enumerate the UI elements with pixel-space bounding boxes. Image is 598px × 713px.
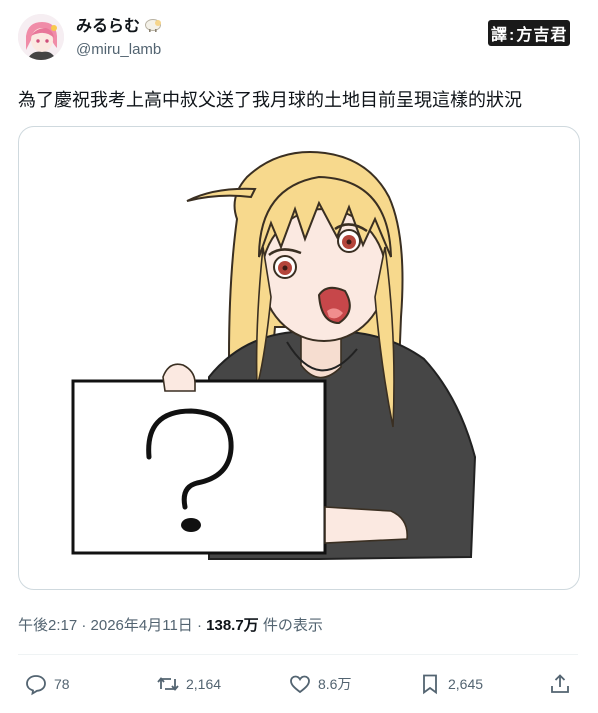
sheep-emoji-icon (143, 16, 163, 37)
like-icon (290, 675, 310, 694)
tweet-text: 為了慶祝我考上高中叔父送了我月球的土地目前呈現這樣的狀況 (18, 90, 522, 110)
illustration (71, 151, 477, 560)
watermark-right: 方吉君 (516, 27, 568, 44)
repost-icon (157, 677, 179, 691)
watermark-left: 譯 (491, 27, 509, 44)
share-button[interactable] (548, 672, 572, 696)
avatar[interactable] (18, 14, 64, 60)
share-icon (551, 674, 569, 693)
divider (18, 654, 578, 655)
author-handle[interactable]: @miru_lamb (76, 41, 163, 59)
tweet-media-image[interactable] (18, 126, 580, 590)
like-count: 8.6万 (318, 676, 352, 692)
like-button[interactable]: 8.6万 (288, 672, 351, 696)
tweet-timestamp[interactable]: 午後2:17 · 2026年4月11日 · (18, 617, 206, 634)
repost-count: 2,164 (186, 676, 222, 692)
display-name-text: みるらむ (76, 18, 141, 35)
watermark-separator: : (509, 27, 516, 44)
repost-button[interactable]: 2,164 (156, 672, 221, 696)
bookmark-button[interactable]: 2,645 (418, 672, 483, 696)
bookmark-icon (423, 674, 437, 695)
view-count: 138.7万 (206, 617, 259, 634)
reply-button[interactable]: 78 (24, 672, 70, 696)
views-label: 件の表示 (258, 617, 323, 634)
translator-watermark: 譯:方吉君 (488, 20, 571, 46)
reply-count: 78 (54, 676, 70, 692)
reply-icon (26, 675, 46, 696)
tweet-meta: 午後2:17 · 2026年4月11日 · 138.7万 件の表示 (18, 614, 323, 635)
tweet-actions-bar: 78 2,164 8.6万 2,645 (0, 672, 598, 702)
author-display-name[interactable]: みるらむ (76, 16, 163, 37)
bookmark-count: 2,645 (448, 676, 484, 692)
